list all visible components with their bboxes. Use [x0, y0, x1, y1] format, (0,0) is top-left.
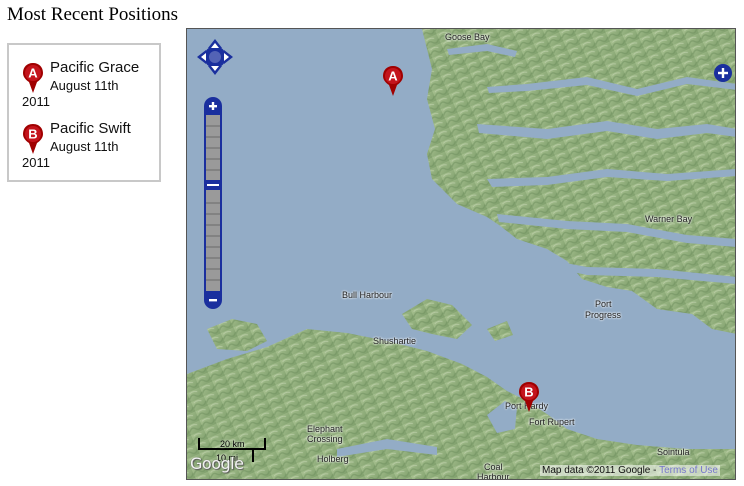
zoom-out-icon[interactable]	[205, 292, 221, 308]
map-pin-icon: A	[23, 63, 43, 93]
place-label: Crossing	[307, 434, 343, 444]
map-marker-b[interactable]: B	[518, 381, 540, 413]
place-label: Sointula	[657, 447, 690, 457]
place-label: Goose Bay	[445, 32, 490, 42]
terms-of-use-link[interactable]: Terms of Use	[659, 465, 718, 476]
place-label: Elephant	[307, 424, 343, 434]
page-title: Most Recent Positions	[7, 4, 179, 25]
vessel-year: 2011	[22, 155, 50, 170]
vessel-name[interactable]: Pacific Grace	[50, 59, 139, 76]
pan-arrows-icon[interactable]	[197, 39, 233, 75]
vessel-date: August 11th	[50, 78, 119, 93]
zoom-in-icon[interactable]	[205, 98, 221, 114]
positions-panel: A Pacific Grace August 11th 2011 B Pacif…	[7, 43, 161, 182]
place-label: Fort Rupert	[529, 417, 575, 427]
vessel-name[interactable]: Pacific Swift	[50, 120, 131, 137]
pin-letter: B	[28, 127, 37, 142]
place-label: Progress	[585, 310, 622, 320]
attribution-text: Map data ©2011 Google -	[542, 465, 660, 476]
vessel-year: 2011	[22, 94, 50, 109]
place-label: Bull Harbour	[342, 290, 393, 300]
pin-letter: A	[28, 66, 38, 81]
marker-letter: B	[524, 385, 533, 400]
place-label: Warner Bay	[645, 214, 693, 224]
expand-plus-icon[interactable]	[713, 63, 733, 83]
place-label: Shushartie	[373, 336, 417, 346]
map-terrain	[187, 29, 735, 479]
map-view[interactable]: Goose Bay Warner Bay Bull Harbour Port P…	[186, 28, 736, 480]
place-label: Coal	[484, 462, 503, 472]
google-logo[interactable]: Google	[190, 454, 244, 473]
place-label: Port	[595, 299, 612, 309]
marker-letter: A	[388, 69, 398, 84]
map-marker-a[interactable]: A	[382, 65, 404, 97]
vessel-date: August 11th	[50, 139, 119, 154]
map-pin-icon: B	[23, 124, 43, 154]
scale-label-km: 20 km	[220, 439, 245, 449]
place-label: Harbour	[477, 472, 510, 480]
map-attribution: Map data ©2011 Google - Terms of Use	[540, 465, 720, 476]
zoom-slider[interactable]	[203, 97, 223, 309]
place-label: Holberg	[317, 454, 349, 464]
